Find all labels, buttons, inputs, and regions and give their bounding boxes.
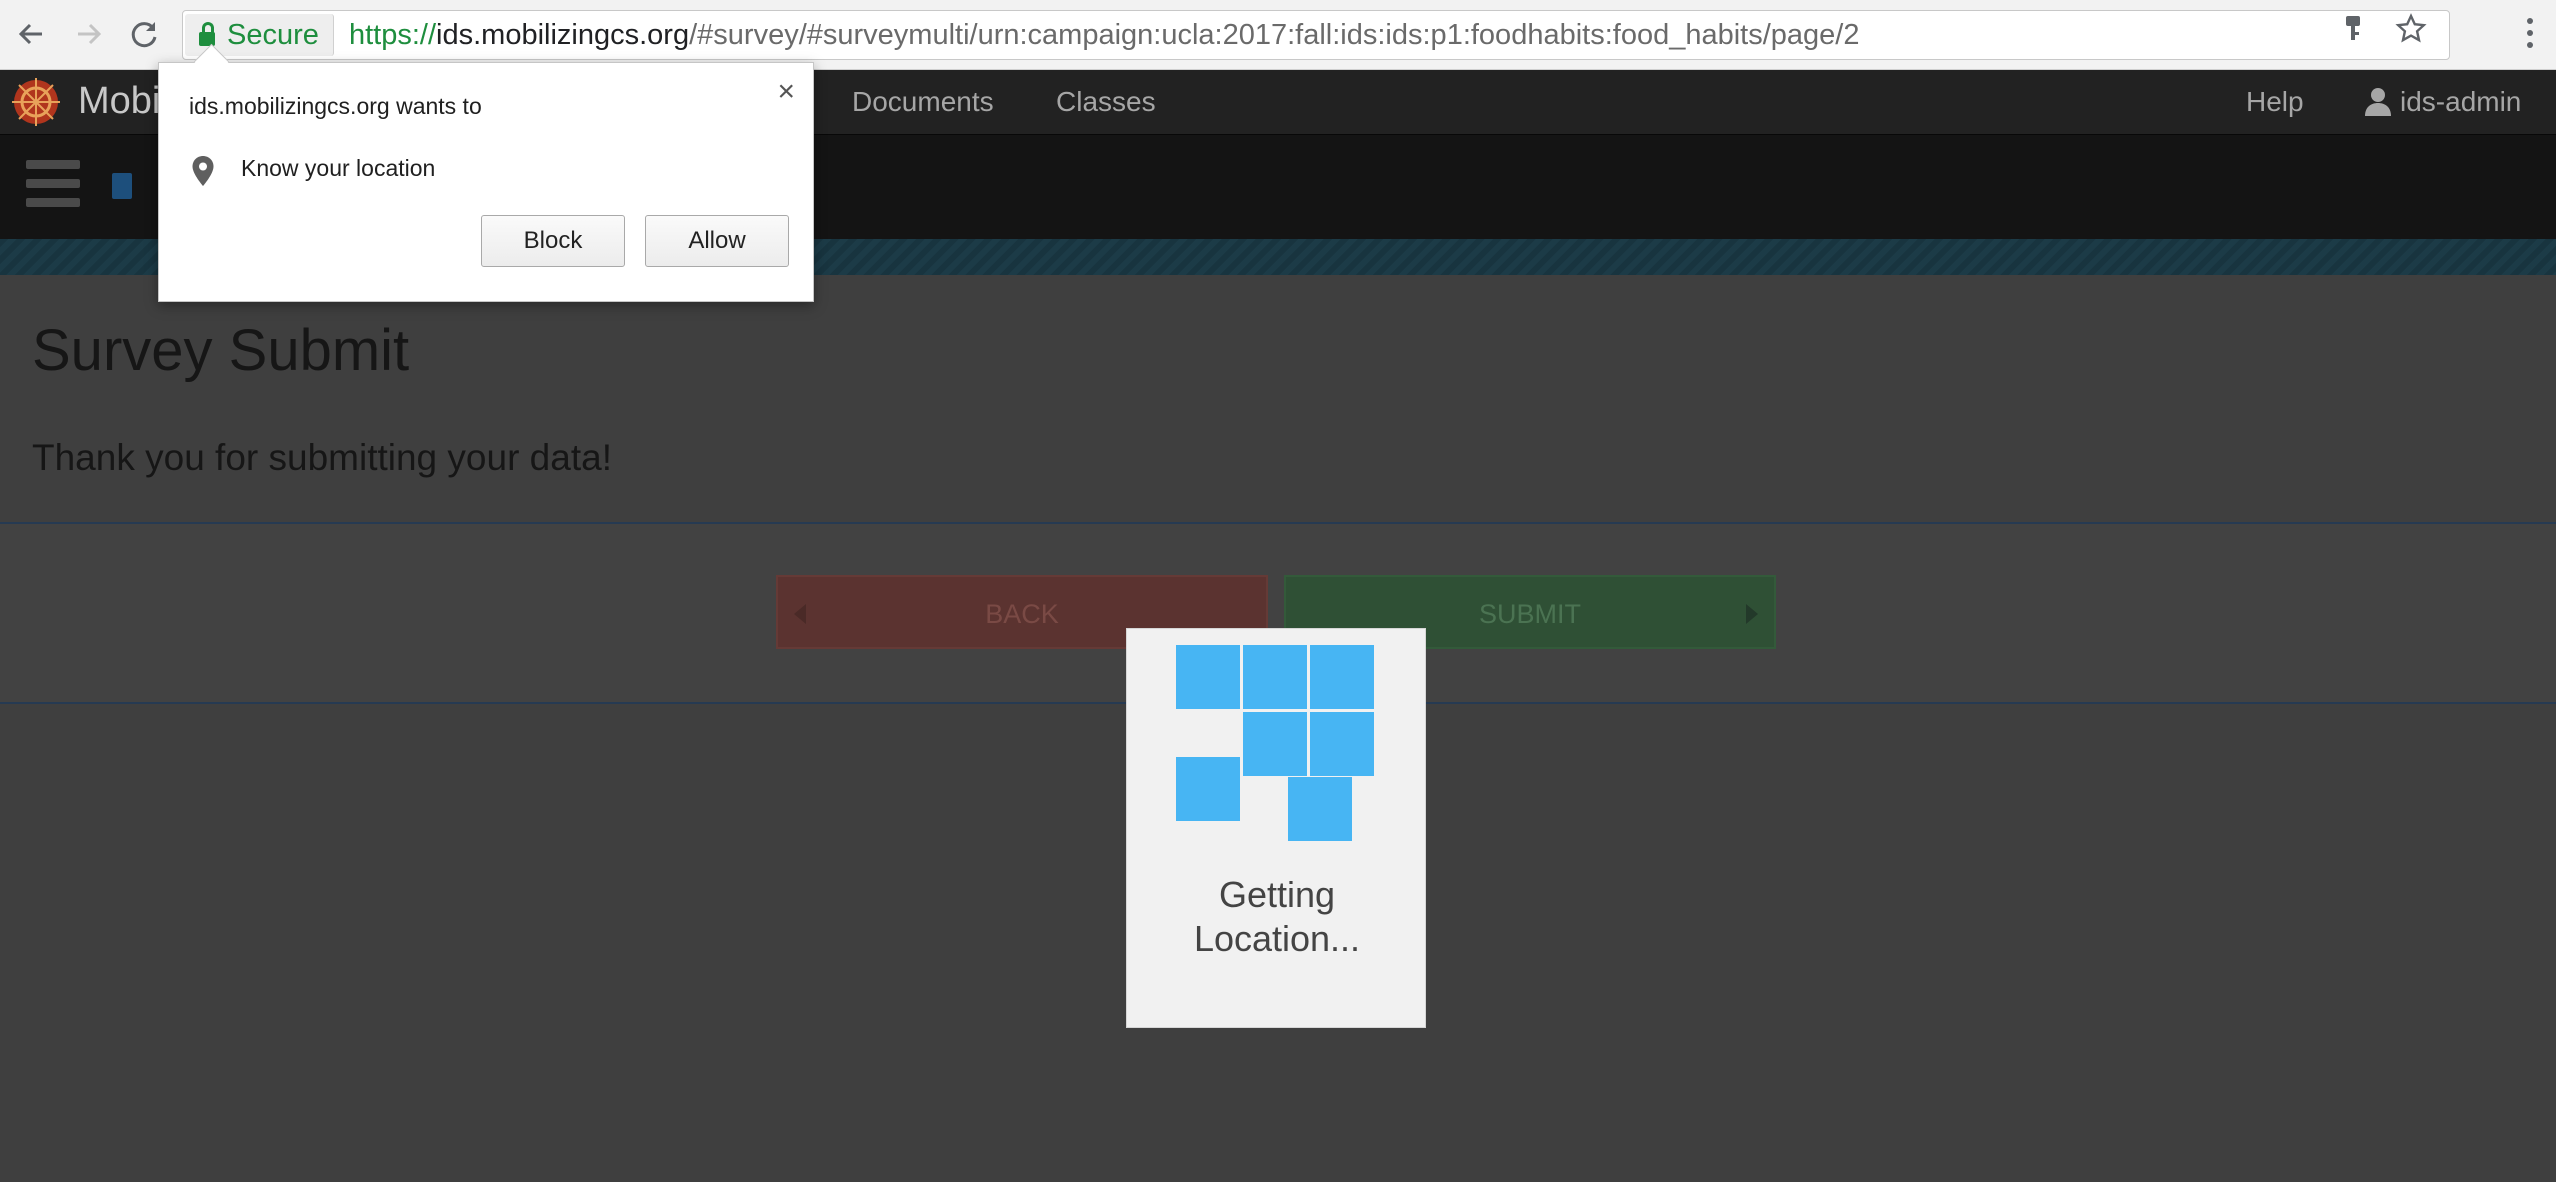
back-button-label: BACK	[985, 599, 1059, 629]
url-path: /#survey/#surveymulti/urn:campaign:ucla:…	[689, 19, 1860, 51]
forward-arrow-icon[interactable]	[68, 14, 108, 54]
block-button[interactable]: Block	[481, 215, 625, 267]
caret-right-icon	[1746, 604, 1758, 624]
more-menu-icon[interactable]	[2520, 12, 2540, 58]
permission-request: Know your location	[241, 155, 436, 181]
thank-you-message: Thank you for submitting your data!	[32, 437, 612, 478]
location-permission-popup: ids.mobilizingcs.org wants to × Know you…	[158, 62, 814, 302]
divider	[0, 522, 2556, 524]
permission-title: ids.mobilizingcs.org wants to	[189, 93, 482, 119]
loading-text: Getting Location...	[1127, 873, 1427, 961]
browser-toolbar: Secure https://ids.mobilizingcs.org/#sur…	[0, 0, 2556, 70]
url-text[interactable]: https://ids.mobilizingcs.org/#survey/#su…	[349, 11, 1859, 59]
reload-icon[interactable]	[124, 14, 164, 54]
key-icon[interactable]	[2333, 13, 2373, 57]
ids-logo-icon[interactable]	[6, 74, 66, 130]
nav-documents[interactable]: Documents	[852, 70, 994, 134]
page-title: Survey Submit	[32, 318, 410, 383]
address-bar[interactable]: Secure https://ids.mobilizingcs.org/#sur…	[182, 10, 2450, 60]
loading-text-line2: Location...	[1193, 918, 1361, 959]
nav-classes[interactable]: Classes	[1056, 70, 1156, 134]
nav-user[interactable]: ids-admin	[2400, 70, 2521, 134]
location-loading-modal: Getting Location...	[1126, 628, 1426, 1028]
document-icon[interactable]	[112, 173, 132, 199]
star-icon[interactable]	[2391, 13, 2431, 57]
url-host: ids.mobilizingcs.org	[436, 19, 690, 51]
close-icon[interactable]: ×	[777, 77, 795, 107]
allow-button[interactable]: Allow	[645, 215, 789, 267]
user-icon	[2364, 86, 2392, 116]
url-scheme: https://	[349, 19, 437, 51]
brand-name[interactable]: Mobi	[78, 70, 160, 132]
caret-left-icon	[794, 604, 806, 624]
lock-icon	[199, 22, 215, 46]
location-pin-icon	[191, 155, 215, 187]
nav-help[interactable]: Help	[2246, 70, 2304, 134]
back-arrow-icon[interactable]	[12, 14, 52, 54]
loading-text-line1: Getting	[1218, 874, 1336, 915]
submit-button-label: SUBMIT	[1478, 599, 1581, 629]
secure-label: Secure	[227, 18, 319, 51]
hamburger-menu-icon[interactable]	[26, 160, 80, 210]
